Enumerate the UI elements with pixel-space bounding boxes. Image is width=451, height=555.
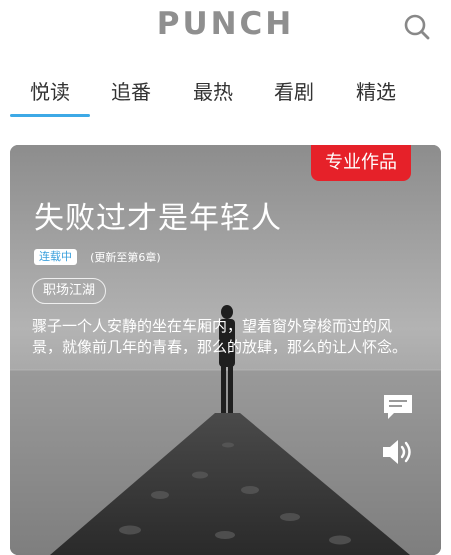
- search-button[interactable]: [400, 10, 434, 44]
- speaker-icon: [383, 440, 411, 464]
- tab-zhuifan[interactable]: 追番: [91, 76, 171, 105]
- status-badge: 连载中: [34, 248, 77, 265]
- pro-work-badge: 专业作品: [311, 145, 411, 181]
- genre-tag[interactable]: 职场江湖: [32, 278, 107, 304]
- tab-yuedu[interactable]: 悦读: [10, 76, 90, 105]
- active-tab-indicator: [10, 114, 90, 117]
- tab-zuire[interactable]: 最热: [173, 76, 253, 105]
- story-card[interactable]: 专业作品 失败过才是年轻人 连载中 (更新至第6章) 职场江湖 骤子一个人安静的…: [10, 145, 441, 555]
- tab-jingxuan[interactable]: 精选: [336, 76, 416, 105]
- tab-kanju[interactable]: 看剧: [254, 76, 334, 105]
- sound-button[interactable]: [381, 438, 415, 466]
- update-progress: (更新至第6章): [90, 250, 161, 264]
- app-logo: PUNCH: [156, 6, 295, 42]
- app-header: PUNCH: [0, 0, 451, 58]
- status-row: 连载中 (更新至第6章): [34, 246, 161, 265]
- story-description: 骤子一个人安静的坐在车厢内，望着窗外穿梭而过的风景，就像前几年的青春，那么的放肆…: [32, 317, 408, 356]
- search-icon: [404, 14, 430, 40]
- comment-icon: [384, 395, 412, 419]
- story-title: 失败过才是年轻人: [34, 201, 282, 236]
- comment-button[interactable]: [382, 393, 414, 421]
- category-tabs: 悦读 追番 最热 看剧 精选: [0, 68, 451, 124]
